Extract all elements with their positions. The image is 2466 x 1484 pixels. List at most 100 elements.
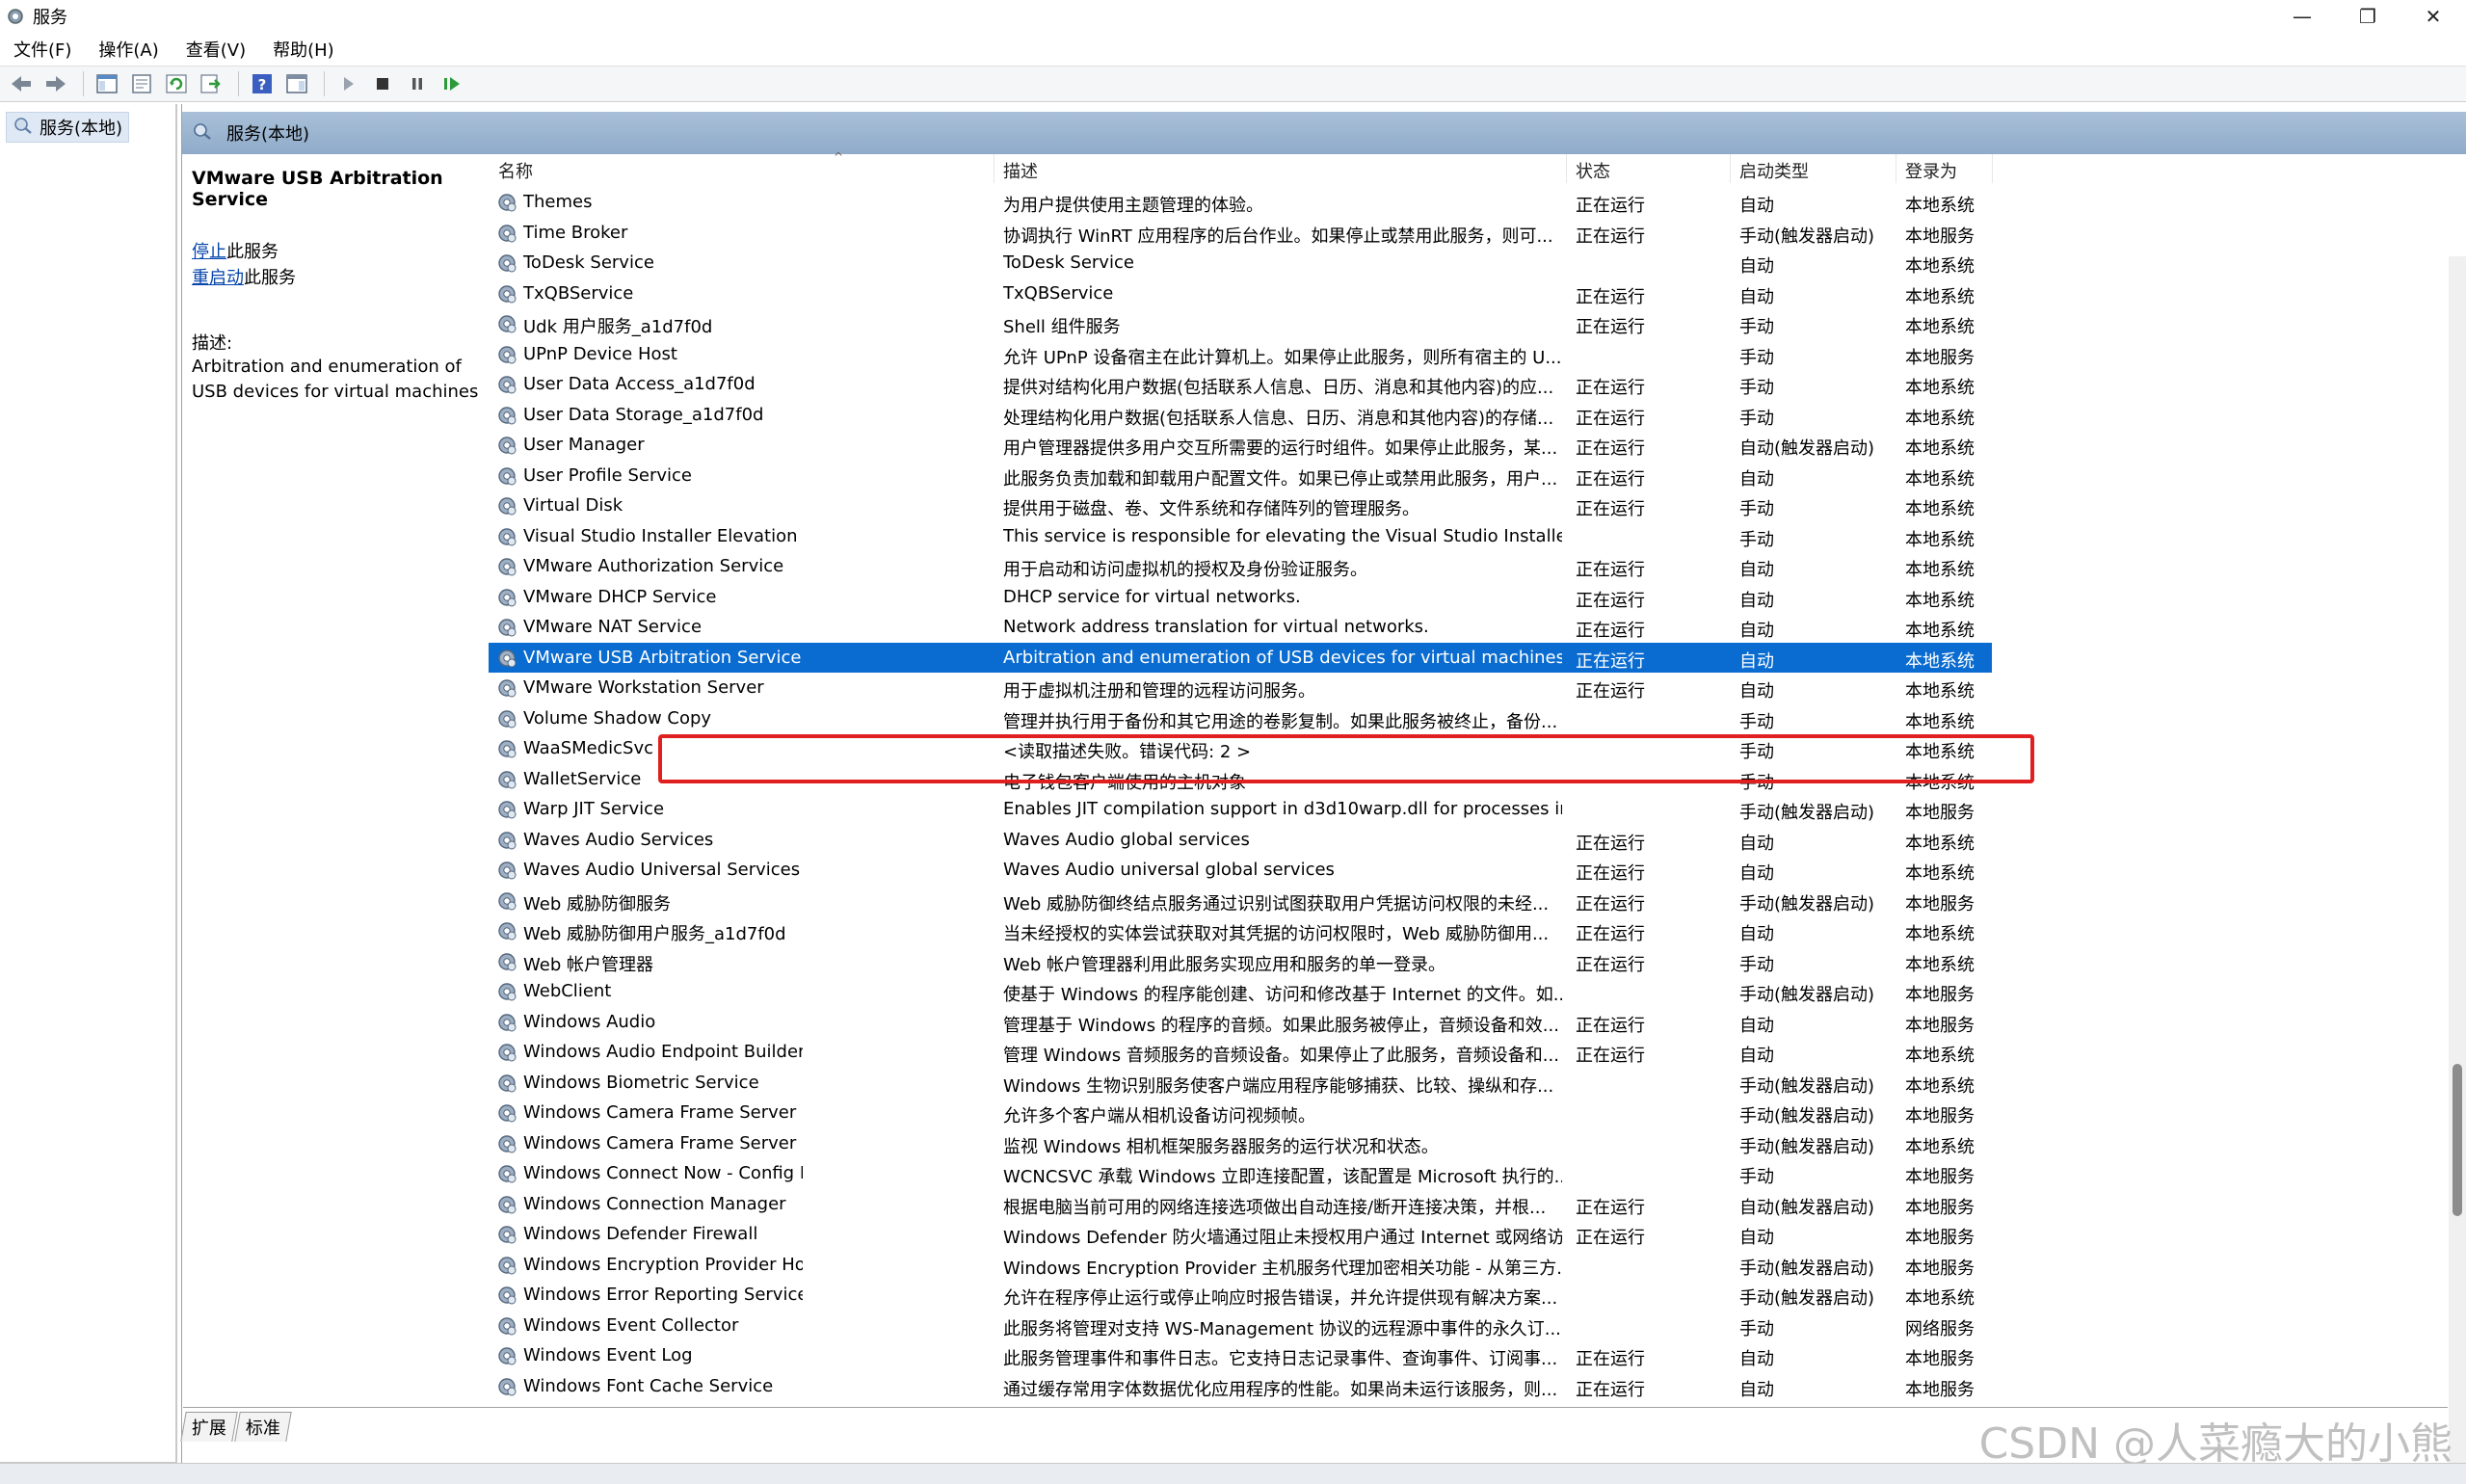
pause-service-icon[interactable] (402, 69, 433, 98)
table-row[interactable]: WebClient 使基于 Windows 的程序能创建、访问和修改基于 Inte… (489, 976, 1992, 1007)
close-button[interactable]: ✕ (2400, 0, 2466, 33)
table-row[interactable]: Web 威胁防御用户服务_a1d7f0d 当未经授权的实体尝试获取对其凭据的访问权… (489, 915, 1992, 946)
column-header-log-on-as[interactable]: 登录为 (1905, 158, 1957, 183)
table-header: ^ 名称 描述 状态 启动类型 登录为 (489, 150, 1993, 187)
table-row[interactable]: Windows Biometric Service Windows 生物识别服务使… (489, 1068, 1992, 1099)
service-description-cell: Web 威胁防御终结点服务通过识别试图获取用户凭据访问权限的未经... (1003, 893, 1550, 914)
table-row[interactable]: TxQBService TxQBService 正在运行 自动 本地系统 (489, 278, 1992, 309)
stop-service-link[interactable]: 停止 (192, 242, 226, 262)
column-header-startup-type[interactable]: 启动类型 (1739, 158, 1809, 183)
service-gear-icon (496, 860, 517, 881)
table-row[interactable]: Windows Defender Firewall Windows Defende… (489, 1219, 1992, 1250)
service-logon-cell: 本地系统 (1905, 378, 1975, 398)
restart-service-icon[interactable] (437, 69, 467, 98)
column-header-status[interactable]: 状态 (1576, 158, 1610, 183)
table-row[interactable]: UPnP Device Host 允许 UPnP 设备宿主在此计算机上。如果停止此… (489, 339, 1992, 370)
column-divider[interactable] (1730, 154, 1731, 183)
service-status-cell: 正在运行 (1576, 863, 1645, 884)
service-name-cell: Windows Camera Frame Server (523, 1102, 797, 1123)
table-row[interactable]: VMware Authorization Service 用于启动和访问虚拟机的授… (489, 551, 1992, 582)
status-bar (0, 1463, 2466, 1484)
service-gear-icon (496, 192, 517, 213)
table-row[interactable]: User Manager 用户管理器提供多用户交互所需要的运行时组件。如果停止此服… (489, 430, 1992, 461)
menu-file[interactable]: 文件(F) (0, 37, 85, 62)
table-row[interactable]: Virtual Disk 提供用于磁盘、卷、文件系统和存储阵列的管理服务。 正在运行… (489, 490, 1992, 521)
stop-service-icon[interactable] (367, 69, 398, 98)
service-logon-cell: 本地系统 (1905, 499, 1975, 519)
table-row[interactable]: Windows Camera Frame Server 允许多个客户端从相机设备访… (489, 1098, 1992, 1128)
tab-strip-divider (183, 1407, 2448, 1408)
export-list-icon[interactable] (196, 69, 226, 98)
tree-item-services-local[interactable]: 服务(本地) (6, 112, 130, 143)
menu-help[interactable]: 帮助(H) (259, 37, 348, 62)
tab-standard[interactable]: 标准 (234, 1412, 292, 1442)
service-description-cell: Arbitration and enumeration of USB devic… (1003, 647, 1562, 668)
table-row[interactable]: Time Broker 协调执行 WinRT 应用程序的后台作业。如果停止或禁用此… (489, 218, 1992, 249)
service-logon-cell: 本地系统 (1905, 438, 1975, 459)
table-row[interactable]: Waves Audio Universal Services Waves Audi… (489, 855, 1992, 886)
service-startup-type-cell: 自动 (1739, 560, 1774, 580)
column-header-description[interactable]: 描述 (1003, 158, 1038, 183)
service-startup-type-cell: 手动 (1739, 711, 1774, 732)
table-row[interactable]: Udk 用户服务_a1d7f0d Shell 组件服务 正在运行 手动 本地系统 (489, 308, 1992, 339)
service-startup-type-cell: 手动 (1739, 347, 1774, 368)
service-logon-cell: 本地服务 (1905, 1015, 1975, 1036)
table-row[interactable]: Visual Studio Installer Elevation Ser...… (489, 521, 1992, 552)
table-row[interactable]: Waves Audio Services Waves Audio global s… (489, 825, 1992, 856)
table-row[interactable]: Windows Font Cache Service 通过缓存常用字体数据优化应用… (489, 1371, 1992, 1402)
show-action-pane-icon[interactable] (281, 69, 312, 98)
forward-arrow-icon[interactable] (40, 69, 71, 98)
table-row[interactable]: VMware DHCP Service DHCP service for virt… (489, 582, 1992, 613)
scrollbar-thumb[interactable] (2453, 1064, 2462, 1216)
service-logon-cell: 本地系统 (1905, 286, 1975, 307)
table-row[interactable]: Web 帐户管理器 Web 帐户管理器利用此服务实现应用和服务的单一登录。 正在运行… (489, 946, 1992, 977)
table-row[interactable]: Windows Error Reporting Service 允许在程序停止运行… (489, 1280, 1992, 1311)
service-name-cell: User Manager (523, 435, 645, 455)
table-row[interactable]: Windows Event Log 此服务管理事件和事件日志。它支持日志记录事件、… (489, 1340, 1992, 1371)
service-name-cell: Time Broker (523, 222, 628, 243)
table-row[interactable]: VMware NAT Service Network address transl… (489, 612, 1992, 643)
table-row[interactable]: Web 威胁防御服务 Web 威胁防御终结点服务通过识别试图获取用户凭据访问权限的… (489, 886, 1992, 916)
properties-icon[interactable] (126, 69, 157, 98)
table-row[interactable]: User Data Storage_a1d7f0d 处理结构化用户数据(包括联系人… (489, 400, 1992, 431)
table-row[interactable]: User Profile Service 此服务负责加载和卸载用户配置文件。如果已… (489, 461, 1992, 491)
back-arrow-icon[interactable] (6, 69, 37, 98)
table-row[interactable]: Windows Audio Endpoint Builder 管理 Windows… (489, 1037, 1992, 1068)
menu-view[interactable]: 查看(V) (172, 37, 259, 62)
table-row[interactable]: User Data Access_a1d7f0d 提供对结构化用户数据(包括联系人… (489, 369, 1992, 400)
table-row[interactable]: WaaSMedicSvc <读取描述失败。错误代码: 2 > 手动 本地系统 (489, 733, 1992, 764)
table-row[interactable]: Windows Encryption Provider Host ... Wind… (489, 1250, 1992, 1281)
service-description-cell: TxQBService (1003, 282, 1114, 304)
table-row[interactable]: VMware Workstation Server 用于虚拟机注册和管理的远程访问… (489, 673, 1992, 703)
column-header-name[interactable]: 名称 (498, 158, 533, 183)
table-row[interactable]: Windows Audio 管理基于 Windows 的程序的音频。如果此服务被停… (489, 1007, 1992, 1038)
table-row[interactable]: Windows Event Collector 此服务将管理对支持 WS-Mana… (489, 1311, 1992, 1341)
service-name-cell: Waves Audio Services (523, 829, 714, 850)
table-row[interactable]: WalletService 电子钱包客户端使用的主机对象 手动 本地系统 (489, 764, 1992, 795)
vertical-scrollbar[interactable] (2449, 256, 2466, 1484)
table-row[interactable]: ToDesk Service ToDesk Service 自动 本地系统 (489, 248, 1992, 278)
table-row[interactable]: Windows Connection Manager 根据电脑当前可用的网络连接选… (489, 1189, 1992, 1220)
menu-action[interactable]: 操作(A) (85, 37, 172, 62)
service-logon-cell: 本地服务 (1905, 1349, 1975, 1369)
refresh-icon[interactable] (161, 69, 192, 98)
minimize-button[interactable]: — (2269, 0, 2335, 33)
service-startup-type-cell: 自动 (1739, 621, 1774, 641)
table-row[interactable]: Warp JIT Service Enables JIT compilation … (489, 794, 1992, 825)
maximize-button[interactable]: ❐ (2335, 0, 2400, 33)
column-divider[interactable] (1992, 154, 1993, 183)
tab-extended[interactable]: 扩展 (180, 1412, 238, 1442)
service-gear-icon (496, 1255, 517, 1276)
table-row[interactable]: Themes 为用户提供使用主题管理的体验。 正在运行 自动 本地系统 (489, 187, 1992, 218)
column-divider[interactable] (1566, 154, 1567, 183)
console-tree-icon[interactable] (92, 69, 122, 98)
table-row[interactable]: Volume Shadow Copy 管理并执行用于备份和其它用途的卷影复制。如果… (489, 703, 1992, 734)
service-name-cell: User Profile Service (523, 464, 692, 486)
service-startup-type-cell: 自动 (1739, 590, 1774, 611)
restart-service-link[interactable]: 重启动 (192, 268, 244, 288)
table-row[interactable]: Windows Connect Now - Config R... WCNCSVC… (489, 1158, 1992, 1189)
start-service-icon[interactable] (332, 69, 363, 98)
table-row[interactable]: VMware USB Arbitration Service Arbitratio… (489, 642, 1992, 673)
help-icon[interactable]: ? (247, 69, 278, 98)
table-row[interactable]: Windows Camera Frame Server M... 监视 Windo… (489, 1128, 1992, 1159)
